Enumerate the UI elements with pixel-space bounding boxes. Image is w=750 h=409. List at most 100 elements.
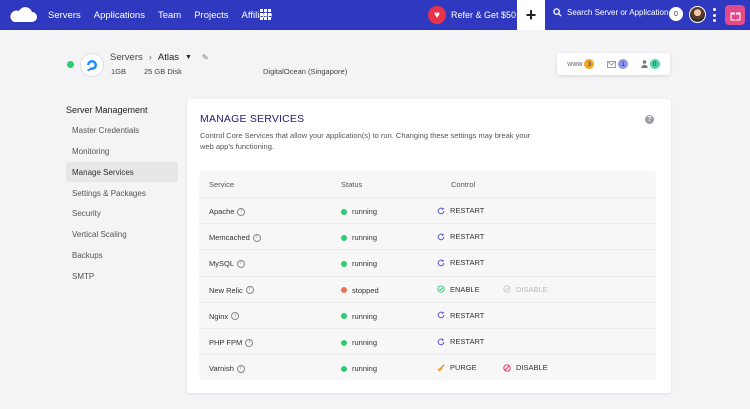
disable-button[interactable]: DISABLE: [503, 285, 548, 294]
service-name: MySQL: [209, 259, 235, 269]
purge-button[interactable]: PURGE: [437, 363, 477, 372]
sidebar-item-manage-services[interactable]: Manage Services: [66, 162, 178, 182]
restart-button[interactable]: RESTART: [437, 232, 484, 241]
info-icon[interactable]: i: [252, 233, 261, 242]
status-text: running: [352, 233, 378, 243]
sidebar-item-settings-packages[interactable]: Settings & Packages: [66, 183, 178, 203]
sidebar-item-vertical-scaling[interactable]: Vertical Scaling: [66, 224, 178, 244]
status-dot: [341, 313, 347, 320]
more-menu-icon[interactable]: [713, 8, 716, 22]
restart-icon: [437, 311, 445, 319]
gift-icon[interactable]: [725, 5, 745, 25]
notification-badge[interactable]: 0: [669, 7, 683, 21]
caret-down-icon[interactable]: ▼: [185, 54, 192, 61]
enable-icon: [437, 285, 445, 293]
info-icon[interactable]: i: [245, 338, 254, 347]
sidebar-item-smtp[interactable]: SMTP: [66, 266, 178, 286]
edit-pencil-icon[interactable]: ✎: [202, 53, 209, 62]
www-label: www: [567, 60, 583, 68]
column-header-service: Service: [209, 180, 235, 189]
action-label: RESTART: [450, 310, 485, 320]
mail-count: 1: [618, 59, 629, 69]
server-counters: www 3 1 0: [557, 53, 670, 75]
nav-team[interactable]: Team: [158, 10, 181, 21]
cloudways-logo[interactable]: [8, 6, 38, 24]
restart-button[interactable]: RESTART: [437, 206, 484, 215]
status-cell: running: [341, 207, 377, 216]
search-icon: [553, 8, 562, 17]
user-avatar[interactable]: [689, 6, 706, 23]
status-dot: [341, 260, 347, 267]
top-navigation-bar: Servers Applications Team Projects Affil…: [0, 0, 750, 30]
service-name: New Relic: [209, 285, 243, 295]
nav-applications[interactable]: Applications: [94, 10, 145, 21]
mail-icon: [607, 60, 616, 68]
restart-icon: [437, 337, 445, 345]
server-provider: DigitalOcean (Singapore): [263, 67, 348, 76]
status-cell: stopped: [341, 286, 379, 295]
restart-button[interactable]: RESTART: [437, 311, 484, 320]
column-header-status: Status: [341, 180, 363, 189]
status-cell: running: [341, 338, 377, 347]
users-count: 0: [649, 59, 660, 69]
users-counter[interactable]: 0: [640, 59, 660, 69]
info-icon[interactable]: i: [237, 259, 246, 268]
apps-grid-icon[interactable]: [260, 9, 271, 20]
table-row: Varnish i running PURGE DISABLE: [199, 354, 656, 380]
breadcrumb-servers[interactable]: Servers: [110, 52, 143, 63]
info-icon[interactable]: i: [237, 207, 246, 216]
breadcrumb-separator-icon: ›: [148, 52, 152, 63]
disable-icon: [503, 285, 511, 293]
service-cell: Apache i: [209, 207, 246, 216]
nav-servers[interactable]: Servers: [48, 10, 81, 21]
action-label: RESTART: [450, 337, 485, 346]
disable-button[interactable]: DISABLE: [503, 363, 548, 372]
server-size: 1GB: [111, 67, 127, 76]
status-text: running: [352, 259, 378, 269]
server-name[interactable]: Atlas: [158, 52, 179, 63]
enable-button[interactable]: ENABLE: [437, 285, 480, 294]
restart-button[interactable]: RESTART: [437, 258, 484, 267]
sidebar-item-security[interactable]: Security: [66, 203, 178, 223]
status-text: stopped: [352, 285, 379, 295]
restart-icon: [437, 233, 445, 240]
restart-button[interactable]: RESTART: [437, 337, 484, 346]
search-box[interactable]: Search Server or Application: [553, 8, 668, 17]
info-icon[interactable]: i: [236, 364, 245, 373]
service-name: Varnish: [209, 364, 234, 374]
service-name: PHP FPM: [209, 338, 243, 347]
nav-projects[interactable]: Projects: [194, 10, 228, 21]
www-counter[interactable]: www 3: [567, 59, 595, 69]
restart-icon: [437, 206, 445, 214]
manage-services-panel: MANAGE SERVICES ? Control Core Services …: [187, 99, 671, 393]
sidebar-item-monitoring[interactable]: Monitoring: [66, 141, 178, 161]
status-dot: [341, 287, 347, 294]
main-nav: Servers Applications Team Projects Affil…: [48, 0, 273, 30]
disable-icon: [503, 364, 511, 372]
action-label: RESTART: [450, 258, 485, 268]
info-icon[interactable]: i: [231, 312, 240, 321]
service-cell: MySQL i: [209, 259, 246, 269]
action-label: ENABLE: [450, 284, 480, 294]
server-status-indicator: [67, 61, 74, 68]
table-header: Service Status Control: [199, 171, 656, 197]
refer-label: Refer & Get $50: [451, 10, 517, 20]
status-text: running: [352, 364, 378, 374]
add-button[interactable]: +: [517, 0, 545, 30]
heart-icon: ♥: [428, 6, 446, 24]
action-label: DISABLE: [516, 363, 548, 373]
help-icon[interactable]: ?: [645, 115, 654, 124]
column-header-control: Control: [451, 180, 476, 189]
sidebar-item-backups[interactable]: Backups: [66, 245, 178, 265]
sidebar-item-master-credentials[interactable]: Master Credentials: [66, 120, 178, 140]
status-text: running: [352, 338, 378, 347]
refer-button[interactable]: ♥ Refer & Get $50: [428, 4, 516, 26]
mail-counter[interactable]: 1: [607, 59, 629, 69]
service-cell: Memcached i: [209, 233, 261, 242]
status-cell: running: [341, 364, 377, 373]
service-name: Memcached: [209, 233, 250, 243]
info-icon[interactable]: i: [245, 286, 254, 295]
status-dot: [341, 339, 347, 346]
status-cell: running: [341, 259, 377, 268]
server-disk: 25 GB Disk: [144, 67, 182, 76]
